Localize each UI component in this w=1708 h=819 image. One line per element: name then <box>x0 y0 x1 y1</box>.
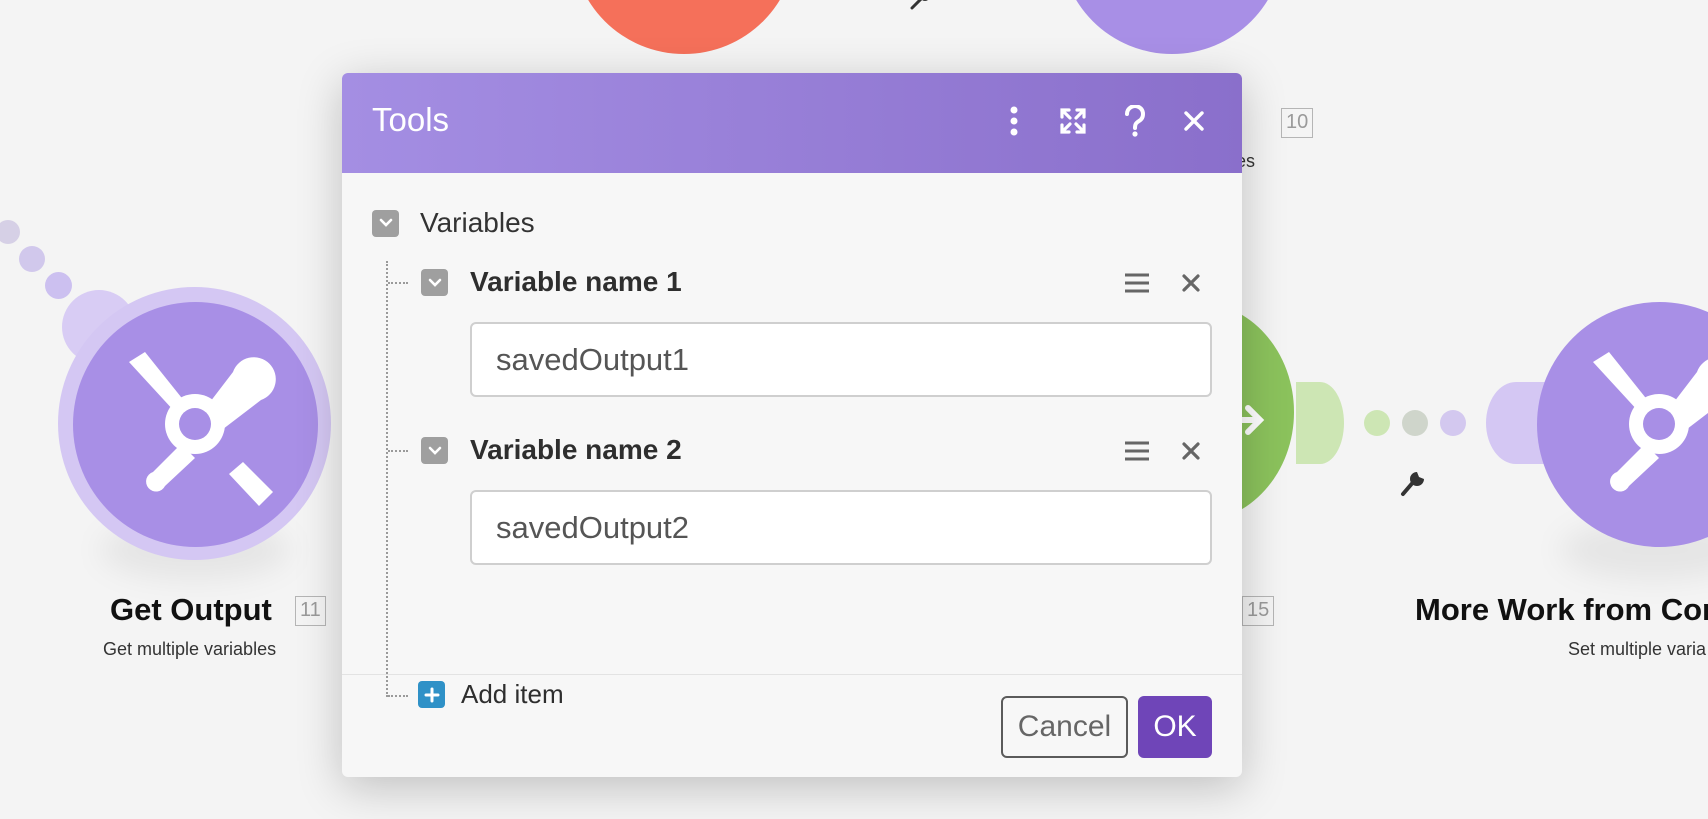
connector-dot <box>0 220 20 244</box>
connector-dot <box>45 272 72 299</box>
tree-guide-branch <box>388 695 408 697</box>
chevron-down-icon <box>428 278 441 287</box>
close-modal-button[interactable] <box>1172 99 1216 143</box>
hamburger-icon <box>1125 441 1149 461</box>
chevron-down-icon <box>379 218 392 227</box>
node-left-title: Get Output <box>110 592 272 627</box>
cancel-button[interactable]: Cancel <box>1001 696 1128 758</box>
tree-guide-line <box>386 261 388 697</box>
variable-name-2-input[interactable] <box>470 490 1212 565</box>
item-1-collapse-toggle[interactable] <box>421 269 448 296</box>
connector-dot <box>1440 410 1466 436</box>
node-top-left[interactable] <box>572 0 796 54</box>
variables-section-header[interactable]: Variables <box>372 207 535 239</box>
help-button[interactable] <box>1113 99 1157 143</box>
add-item-button[interactable]: Add item <box>418 679 564 710</box>
close-icon <box>1182 274 1200 292</box>
ok-button[interactable]: OK <box>1138 696 1212 758</box>
kebab-icon <box>1010 106 1018 136</box>
item-2-drag-handle[interactable] <box>1120 434 1154 468</box>
connector-dot <box>19 246 45 272</box>
node-top-right-badge: 10 <box>1281 108 1314 138</box>
item-2-remove-button[interactable] <box>1174 434 1208 468</box>
item-1-drag-handle[interactable] <box>1120 266 1154 300</box>
footer-divider <box>342 674 1242 675</box>
node-right-subtitle: Set multiple varia <box>1568 639 1707 659</box>
help-icon <box>1125 105 1145 137</box>
node-right-more-work[interactable] <box>1537 302 1708 547</box>
wrench-icon[interactable] <box>908 0 936 10</box>
collapse-toggle[interactable] <box>372 209 399 237</box>
item-1-title: Variable name 1 <box>470 266 682 297</box>
connector-dot <box>1364 410 1390 436</box>
tools-icon <box>1593 352 1708 492</box>
tree-guide-branch <box>388 282 408 284</box>
node-left-subtitle: Get multiple variables <box>103 639 277 659</box>
node-left-badge: 11 <box>295 596 326 626</box>
node-right-title: More Work from Com <box>1415 592 1708 627</box>
expand-icon <box>1060 108 1086 134</box>
modal-header: Tools <box>342 73 1242 173</box>
close-icon <box>1184 111 1204 131</box>
plus-icon <box>418 681 445 708</box>
tools-modal: Tools Variables Variable name 1 savedOut… <box>342 73 1242 777</box>
expand-button[interactable] <box>1051 99 1095 143</box>
node-top-right[interactable] <box>1060 0 1284 54</box>
node-left-get-output[interactable] <box>73 302 318 547</box>
node-middle-right-badge: 15 <box>1242 596 1275 626</box>
tools-icon <box>129 352 276 506</box>
variables-section-label: Variables <box>420 207 535 238</box>
chevron-down-icon <box>428 446 441 455</box>
item-2-title: Variable name 2 <box>470 434 682 465</box>
node-middle-right-halo <box>1296 382 1344 464</box>
more-options-button[interactable] <box>992 99 1036 143</box>
item-2-collapse-toggle[interactable] <box>421 437 448 464</box>
close-icon <box>1182 442 1200 460</box>
variable-name-1-input[interactable] <box>470 322 1212 397</box>
item-1-remove-button[interactable] <box>1174 266 1208 300</box>
tree-guide-branch <box>388 450 408 452</box>
wrench-icon[interactable] <box>1397 466 1429 498</box>
modal-title: Tools <box>372 101 450 138</box>
connector-dot <box>1402 410 1428 436</box>
add-item-label: Add item <box>461 679 564 709</box>
hamburger-icon <box>1125 273 1149 293</box>
